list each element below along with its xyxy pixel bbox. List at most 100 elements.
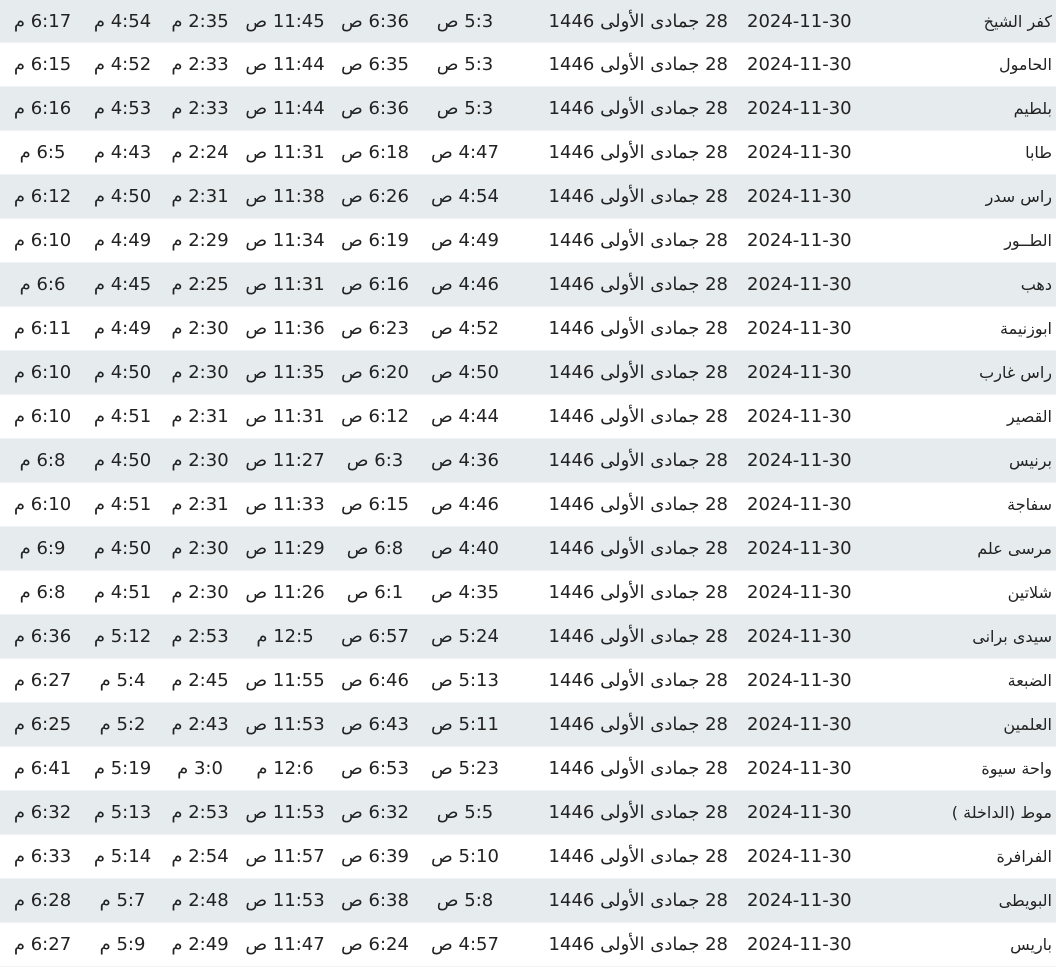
asr-time-cell: 2:54 م: [171, 846, 229, 867]
dhuhr-time-cell: 11:53 ص: [245, 802, 325, 823]
hijri-date-cell: 28 جمادى الأولى 1446: [548, 494, 728, 515]
asr-time-cell: 2:29 م: [171, 230, 229, 251]
isha-time-cell: 6:8 م: [19, 582, 66, 603]
maghrib-time-cell: 4:51 م: [93, 582, 152, 603]
asr-time-cell: 2:30 م: [171, 582, 229, 603]
asr-time-cell: 2:35 م: [171, 10, 229, 32]
asr-time-cell: 2:49 م: [171, 934, 229, 955]
city-cell: طابا: [1025, 143, 1052, 162]
city-cell: باريس: [1010, 935, 1052, 954]
maghrib-time-cell: 4:49 م: [93, 318, 152, 339]
maghrib-time-cell: 5:9 م: [99, 934, 146, 955]
city-cell: موط (الداخلة ): [951, 803, 1052, 822]
table-row: دهب 2024-11-30 28 جمادى الأولى 1446 4:46 ص 6…: [0, 263, 1056, 307]
city-cell: بلطيم: [1013, 99, 1052, 118]
isha-time-cell: 6:16 م: [13, 98, 72, 119]
city-cell: الحامول: [999, 55, 1052, 74]
city-cell: برنيس: [1009, 451, 1052, 470]
maghrib-time-cell: 4:43 م: [93, 142, 152, 163]
hijri-date-cell: 28 جمادى الأولى 1446: [548, 670, 728, 691]
city-cell: القصير: [1007, 407, 1052, 426]
city-cell: شلاتين: [1007, 583, 1052, 602]
fajr-time-cell: 4:52 ص: [431, 318, 499, 339]
hijri-date-cell: 28 جمادى الأولى 1446: [548, 274, 728, 295]
dhuhr-time-cell: 11:31 ص: [245, 406, 325, 427]
city-cell: سيدى برانى: [972, 627, 1052, 646]
asr-time-cell: 3:0 م: [177, 758, 223, 779]
asr-time-cell: 2:30 م: [171, 362, 229, 383]
fajr-time-cell: 4:46 ص: [431, 494, 499, 515]
fajr-time-cell: 5:13 ص: [431, 670, 499, 691]
dhuhr-time-cell: 11:47 ص: [245, 934, 325, 955]
fajr-time-cell: 4:46 ص: [431, 274, 499, 295]
dhuhr-time-cell: 11:31 ص: [245, 274, 325, 295]
dhuhr-time-cell: 12:6 م: [256, 758, 314, 779]
maghrib-time-cell: 4:49 م: [93, 230, 152, 251]
table-row: طابا 2024-11-30 28 جمادى الأولى 1446 4:47 ص…: [0, 131, 1056, 175]
maghrib-time-cell: 5:13 م: [93, 802, 152, 823]
gregorian-date-cell: 2024-11-30: [747, 450, 852, 471]
sunrise-time-cell: 6:57 ص: [341, 626, 409, 647]
fajr-time-cell: 4:49 ص: [431, 230, 499, 251]
asr-time-cell: 2:33 م: [171, 54, 229, 75]
sunrise-time-cell: 6:16 ص: [341, 274, 409, 295]
table-row: ابوزنيمة 2024-11-30 28 جمادى الأولى 1446 4:…: [0, 307, 1056, 351]
table-row: باريس 2024-11-30 28 جمادى الأولى 1446 4:57 …: [0, 923, 1056, 967]
table-row: واحة سيوة 2024-11-30 28 جمادى الأولى 1446 5…: [0, 747, 1056, 791]
isha-time-cell: 6:27 م: [13, 934, 72, 955]
gregorian-date-cell: 2024-11-30: [747, 142, 852, 163]
hijri-date-cell: 28 جمادى الأولى 1446: [548, 758, 728, 779]
sunrise-time-cell: 6:36 ص: [341, 98, 409, 119]
asr-time-cell: 2:31 م: [171, 494, 229, 515]
isha-time-cell: 6:25 م: [13, 714, 72, 735]
city-cell: الضبعة: [1007, 671, 1052, 690]
hijri-date-cell: 28 جمادى الأولى 1446: [548, 538, 728, 559]
dhuhr-time-cell: 11:44 ص: [245, 98, 325, 119]
fajr-time-cell: 4:50 ص: [431, 362, 499, 383]
sunrise-time-cell: 6:43 ص: [341, 714, 409, 735]
isha-time-cell: 6:8 م: [19, 450, 66, 471]
dhuhr-time-cell: 11:55 ص: [245, 670, 325, 691]
gregorian-date-cell: 2024-11-30: [747, 494, 852, 515]
fajr-time-cell: 5:3 ص: [436, 54, 494, 75]
hijri-date-cell: 28 جمادى الأولى 1446: [548, 142, 728, 163]
sunrise-time-cell: 6:39 ص: [341, 846, 409, 867]
gregorian-date-cell: 2024-11-30: [747, 802, 852, 823]
gregorian-date-cell: 2024-11-30: [747, 406, 852, 427]
gregorian-date-cell: 2024-11-30: [747, 318, 852, 339]
fajr-time-cell: 4:54 ص: [431, 186, 499, 207]
asr-time-cell: 2:30 م: [171, 538, 229, 559]
dhuhr-time-cell: 11:44 ص: [245, 54, 325, 75]
gregorian-date-cell: 2024-11-30: [747, 626, 852, 647]
maghrib-time-cell: 5:7 م: [99, 890, 146, 911]
dhuhr-time-cell: 11:34 ص: [245, 230, 325, 251]
dhuhr-time-cell: 11:26 ص: [245, 582, 325, 603]
asr-time-cell: 2:24 م: [171, 142, 229, 163]
city-cell: دهب: [1020, 275, 1052, 294]
gregorian-date-cell: 2024-11-30: [747, 670, 852, 691]
asr-time-cell: 2:43 م: [171, 714, 229, 735]
isha-time-cell: 6:41 م: [13, 758, 72, 779]
dhuhr-time-cell: 11:53 ص: [245, 890, 325, 911]
isha-time-cell: 6:17 م: [13, 10, 72, 32]
isha-time-cell: 6:32 م: [13, 802, 72, 823]
fajr-time-cell: 5:3 ص: [436, 10, 494, 32]
asr-time-cell: 2:48 م: [171, 890, 229, 911]
table-row: العلمين 2024-11-30 28 جمادى الأولى 1446 5:1…: [0, 703, 1056, 747]
isha-time-cell: 6:11 م: [13, 318, 72, 339]
table-row: الفرافرة 2024-11-30 28 جمادى الأولى 1446 5:…: [0, 835, 1056, 879]
fajr-time-cell: 4:35 ص: [431, 582, 499, 603]
hijri-date-cell: 28 جمادى الأولى 1446: [548, 362, 728, 383]
sunrise-time-cell: 6:12 ص: [341, 406, 409, 427]
isha-time-cell: 6:15 م: [13, 54, 72, 75]
table-row: راس سدر 2024-11-30 28 جمادى الأولى 1446 4:5…: [0, 175, 1056, 219]
sunrise-time-cell: 6:1 ص: [346, 582, 404, 603]
asr-time-cell: 2:31 م: [171, 186, 229, 207]
hijri-date-cell: 28 جمادى الأولى 1446: [548, 318, 728, 339]
city-cell: العلمين: [1003, 715, 1052, 734]
table-row: بلطيم 2024-11-30 28 جمادى الأولى 1446 5:3 ص…: [0, 87, 1056, 131]
table-row: مرسى علم 2024-11-30 28 جمادى الأولى 1446 4:…: [0, 527, 1056, 571]
isha-time-cell: 6:27 م: [13, 670, 72, 691]
sunrise-time-cell: 6:38 ص: [341, 890, 409, 911]
isha-time-cell: 6:36 م: [13, 626, 72, 647]
